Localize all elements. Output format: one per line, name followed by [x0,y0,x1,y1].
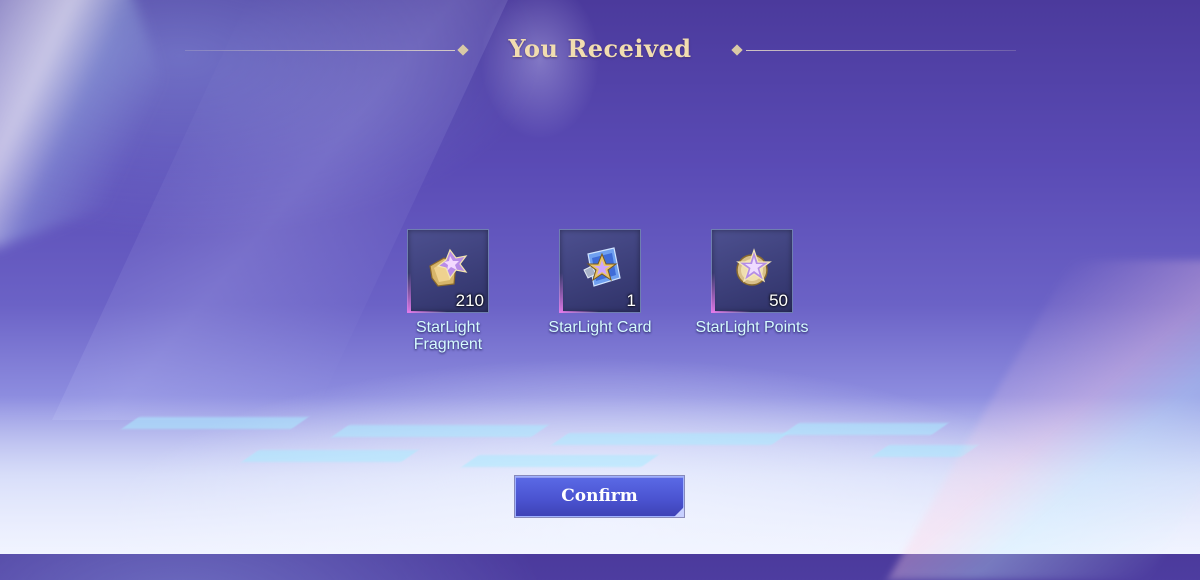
confirm-button[interactable]: Confirm [515,476,684,517]
floor-tile [551,433,789,445]
starlight-points-icon [736,248,772,286]
floor [0,395,1200,554]
floor-tile [781,423,949,435]
light-glow [480,0,600,140]
reward-item-starlight-fragment[interactable]: 210 StarLight Fragment [383,229,513,353]
starlight-fragment-icon [429,248,468,287]
diamond-ornament-icon [457,44,469,56]
reward-slot[interactable]: 1 [559,229,641,313]
floor-tile [331,425,549,437]
floor-tile [241,450,419,462]
reward-quantity: 210 [455,291,484,310]
diamond-ornament-icon [731,44,743,56]
header-divider-left [185,50,455,51]
reward-item-starlight-card[interactable]: 1 StarLight Card [535,229,665,336]
reward-item-starlight-points[interactable]: 50 StarLight Points [687,229,817,336]
floor-tile [121,417,309,429]
reward-quantity: 1 [626,291,636,310]
reward-name: StarLight Points [695,319,809,336]
reward-slot[interactable]: 50 [711,229,793,313]
reward-name: StarLight Fragment [413,319,483,353]
header-divider-right [746,50,1016,51]
floor-tile [461,455,659,467]
page-title: You Received [508,34,692,63]
reward-header: You Received [0,34,1200,68]
starlight-card-icon [583,247,621,287]
reward-list: 210 StarLight Fragment 1 StarLight Card [0,229,1200,369]
floor-tile [871,445,979,457]
reward-quantity: 50 [769,291,788,310]
reward-slot[interactable]: 210 [407,229,489,313]
reward-name: StarLight Card [548,319,652,336]
